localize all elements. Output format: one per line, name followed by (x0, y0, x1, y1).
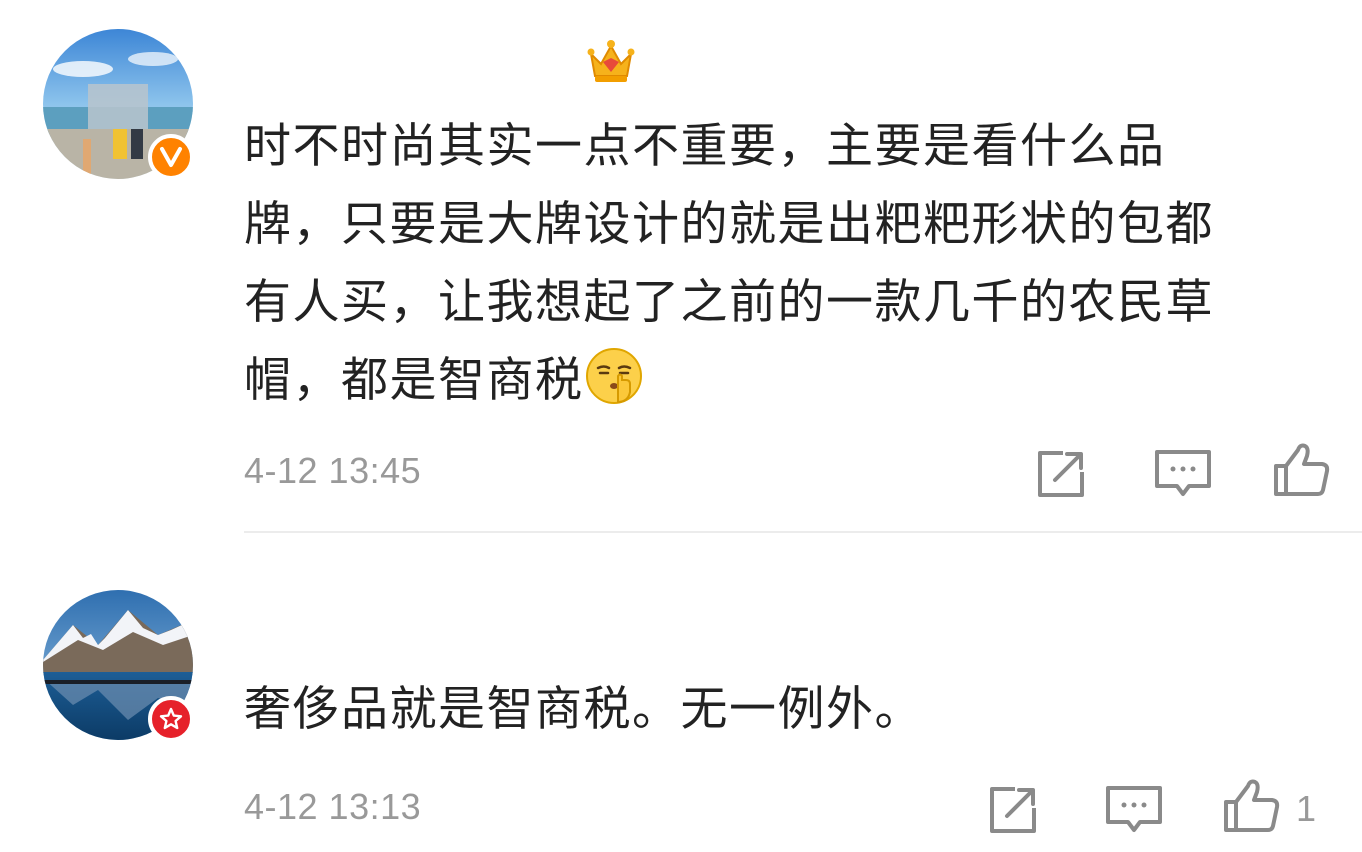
star-badge (148, 696, 194, 742)
comment-item: 奢侈品就是智商税。无一例外。 4-12 13:13 1 (0, 533, 1362, 852)
text-line: 牌，只要是大牌设计的就是出粑粑形状的包都 (244, 197, 1214, 252)
comment-icon (1155, 450, 1211, 496)
crown-icon (587, 40, 635, 82)
text-line: 帽，都是智商税 (244, 353, 584, 408)
star-icon (159, 707, 183, 730)
like-count: 1 (1296, 788, 1317, 829)
comment-item: 时不时尚其实一点不重要，主要是看什么品 牌，只要是大牌设计的就是出粑粑形状的包都… (0, 0, 1362, 531)
share-icon (1038, 451, 1084, 497)
comment-text: 时不时尚其实一点不重要，主要是看什么品 牌，只要是大牌设计的就是出粑粑形状的包都… (244, 108, 1354, 420)
reply-button[interactable] (1104, 782, 1164, 838)
share-button[interactable] (1033, 446, 1089, 502)
reply-button[interactable] (1153, 446, 1213, 502)
comment-text: 奢侈品就是智商税。无一例外。 (244, 671, 1354, 749)
v-icon (160, 147, 182, 167)
verified-badge (148, 134, 194, 180)
comment-icon (1106, 786, 1162, 832)
text-line: 时不时尚其实一点不重要，主要是看什么品 (244, 119, 1166, 174)
like-button[interactable] (1272, 440, 1332, 500)
timestamp: 4-12 13:13 (244, 786, 422, 827)
text-line-with-emoji: 帽，都是智商税 (244, 342, 1354, 420)
timestamp: 4-12 13:45 (244, 450, 422, 491)
shushing-face-emoji (585, 348, 642, 404)
share-button[interactable] (985, 782, 1041, 838)
share-icon (990, 787, 1036, 833)
like-icon (1224, 779, 1280, 832)
like-button[interactable] (1222, 776, 1282, 836)
text-line: 奢侈品就是智商税。无一例外。 (244, 682, 923, 737)
text-line: 有人买，让我想起了之前的一款几千的农民草 (244, 275, 1214, 330)
like-icon (1274, 443, 1330, 496)
